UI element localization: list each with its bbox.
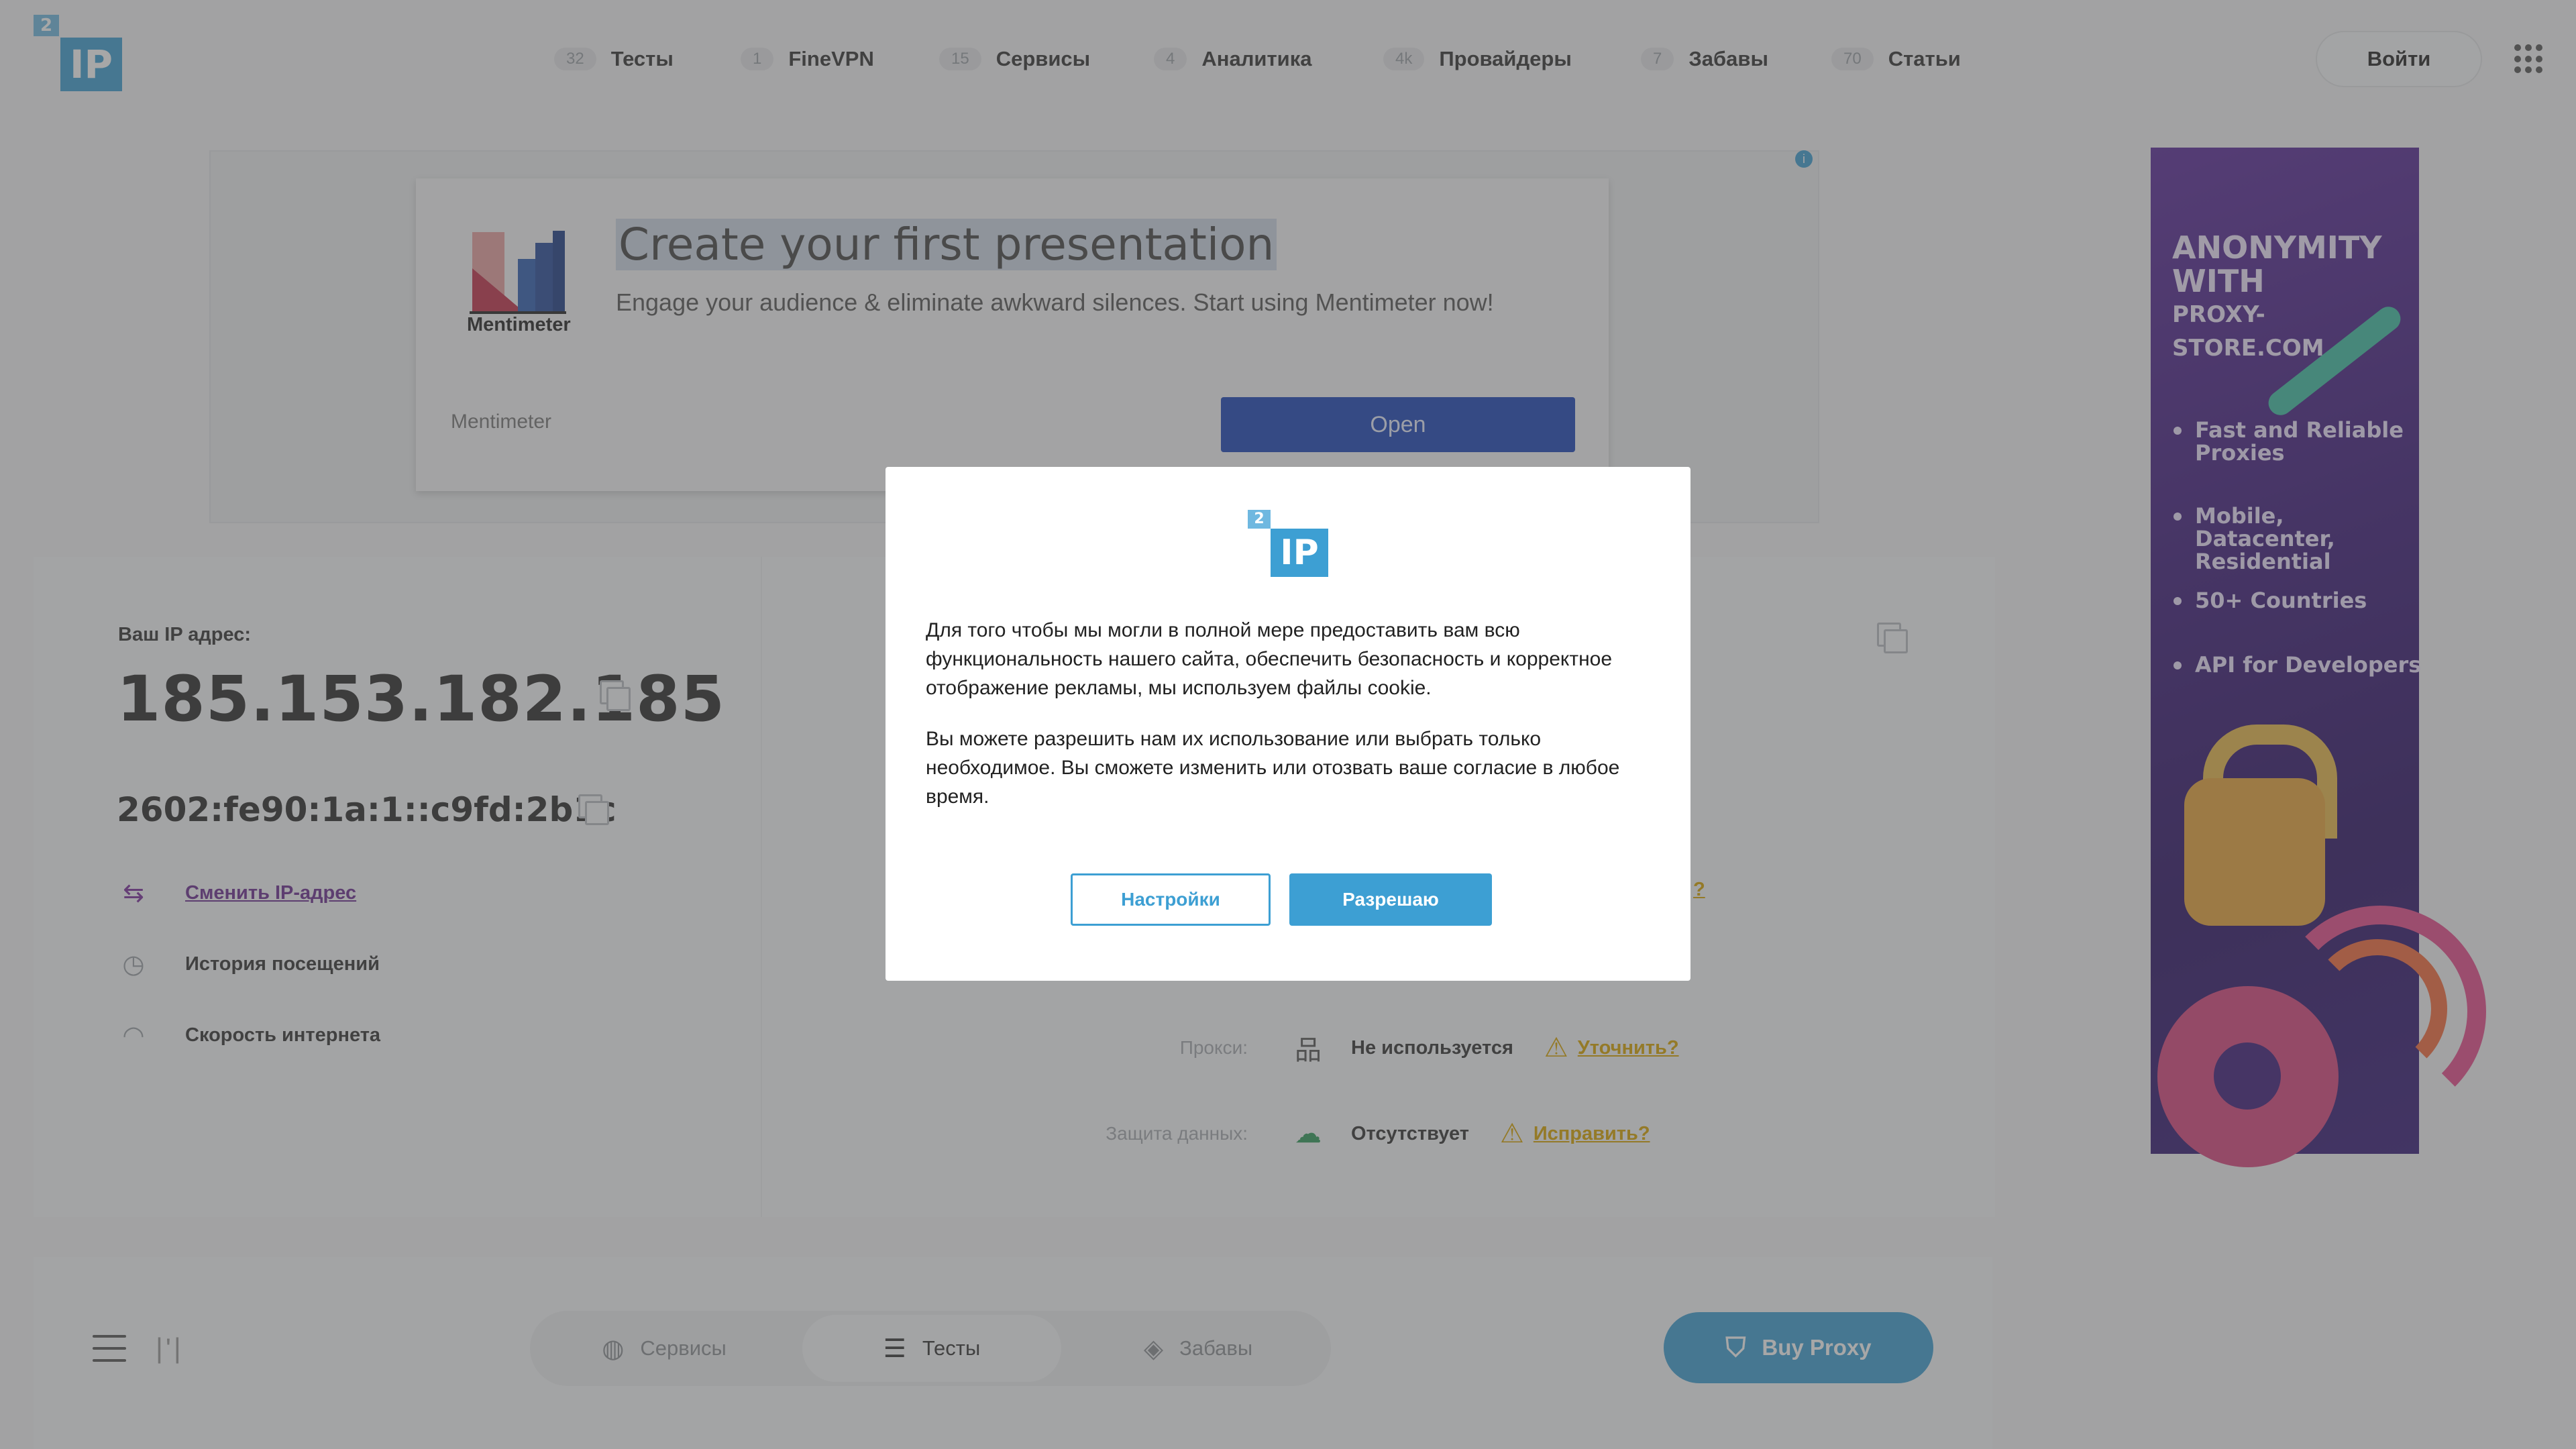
- cookie-settings-button[interactable]: Настройки: [1071, 873, 1271, 926]
- logo-mark: IP: [1271, 529, 1328, 577]
- cookie-text: Вы можете разрешить нам их использование…: [926, 728, 1620, 808]
- cookie-text: Для того чтобы мы могли в полной мере пр…: [926, 619, 1613, 699]
- logo-superscript: 2: [1248, 510, 1271, 529]
- cookie-allow-button[interactable]: Разрешаю: [1289, 873, 1492, 926]
- modal-logo: 2 IP: [1246, 508, 1331, 580]
